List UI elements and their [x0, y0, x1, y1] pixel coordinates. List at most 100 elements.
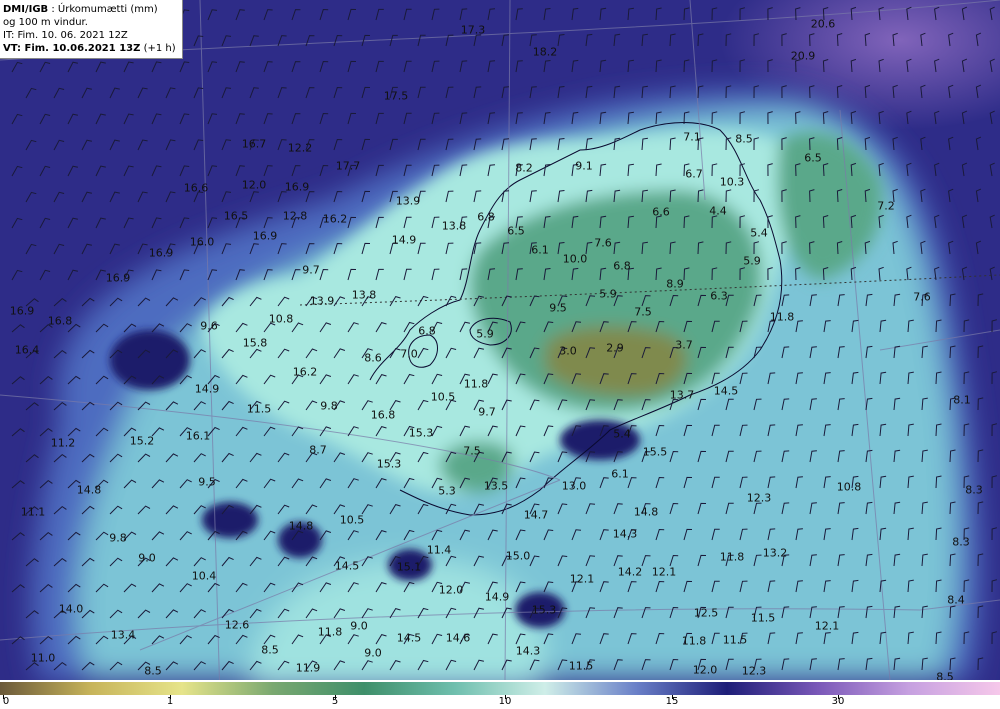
- value-label: 7.5: [463, 444, 481, 458]
- value-label: 11.2: [50, 436, 76, 450]
- legend-tick-label: 0: [2, 696, 10, 707]
- legend-tick-label: 15: [665, 696, 679, 707]
- value-label: 13.9: [395, 194, 421, 208]
- value-label: 12.1: [569, 572, 595, 586]
- value-label: 15.3: [531, 603, 557, 617]
- value-label: 16.2: [292, 365, 318, 379]
- field-title: Úrkomumætti (mm): [57, 4, 158, 15]
- value-label: 6.5: [507, 224, 525, 238]
- value-label: 6.1: [611, 467, 629, 481]
- value-label: 8.9: [666, 277, 684, 291]
- value-label: 16.9: [105, 271, 131, 285]
- value-label: 9.0: [350, 619, 368, 633]
- value-label: 7.2: [877, 199, 895, 213]
- value-label: 6.8: [418, 324, 436, 338]
- legend-colorbar: [0, 682, 1000, 695]
- value-label: 8.5: [144, 664, 162, 678]
- source-label: DMI/IGB: [3, 4, 49, 15]
- value-label: 6.3: [710, 289, 728, 303]
- value-label: 16.6: [183, 181, 209, 195]
- value-label: 16.9: [284, 180, 310, 194]
- value-label: 6.1: [531, 243, 549, 257]
- value-label: 7.6: [913, 290, 931, 304]
- value-label: 17.5: [383, 89, 409, 103]
- value-label: 7.6: [594, 236, 612, 250]
- value-label: 9.6: [200, 319, 218, 333]
- value-label: 12.1: [814, 619, 840, 633]
- value-label: 16.5: [223, 209, 249, 223]
- value-label: 8.6: [364, 351, 382, 365]
- value-label: 13.4: [110, 628, 136, 642]
- value-label: 14.9: [391, 233, 417, 247]
- value-label: 14.0: [58, 602, 84, 616]
- value-label: 16.9: [148, 246, 174, 260]
- value-label: 15.3: [408, 426, 434, 440]
- value-label: 12.3: [746, 491, 772, 505]
- value-label: 4.4: [709, 204, 727, 218]
- value-label: 10.0: [562, 252, 588, 266]
- value-label: 10.3: [719, 175, 745, 189]
- value-label: 18.2: [532, 45, 558, 59]
- value-label: 6.8: [613, 259, 631, 273]
- value-label: 8.1: [953, 393, 971, 407]
- value-label: 11.1: [20, 505, 46, 519]
- title-line: DMI/IGB : Úrkomumætti (mm): [3, 4, 158, 15]
- value-label: 11.5: [722, 633, 748, 647]
- value-label: 16.2: [322, 212, 348, 226]
- valid-offset: (+1 h): [143, 43, 176, 54]
- value-label: 16.0: [189, 235, 215, 249]
- value-label: 10.4: [191, 569, 217, 583]
- value-label: 13.9: [309, 294, 335, 308]
- value-label: 16.4: [14, 343, 40, 357]
- value-label: 14.5: [334, 559, 360, 573]
- value-label: 16.8: [47, 314, 73, 328]
- subtitle: og 100 m vindur.: [3, 17, 88, 28]
- value-label: 13.8: [441, 219, 467, 233]
- value-label: 12.2: [287, 141, 313, 155]
- legend-tick-label: 1: [166, 696, 174, 707]
- value-label: 6.8: [477, 210, 495, 224]
- value-label: 9.1: [575, 159, 593, 173]
- value-label: 11.4: [426, 543, 452, 557]
- value-label: 8.7: [309, 443, 327, 457]
- value-label: 16.9: [252, 229, 278, 243]
- value-label: 12.1: [651, 565, 677, 579]
- value-label: 17.3: [460, 23, 486, 37]
- value-label: 7.0: [400, 347, 418, 361]
- value-label: 14.3: [515, 644, 541, 658]
- value-label: 14.2: [617, 565, 643, 579]
- value-label: 11.8: [719, 550, 745, 564]
- value-label: 11.0: [30, 651, 56, 665]
- value-label: 15.1: [396, 560, 422, 574]
- value-label: 15.2: [129, 434, 155, 448]
- value-label: 12.0: [241, 178, 267, 192]
- value-label: 11.8: [317, 625, 343, 639]
- value-label: 13.8: [351, 288, 377, 302]
- value-label: 8.4: [947, 593, 965, 607]
- value-label: 2.9: [606, 341, 624, 355]
- info-box: DMI/IGB : Úrkomumætti (mm) og 100 m vind…: [0, 0, 183, 59]
- value-label: 13.5: [483, 479, 509, 493]
- value-label: 16.9: [9, 304, 35, 318]
- value-label: 9.7: [302, 263, 320, 277]
- value-label: 8.3: [952, 535, 970, 549]
- value-label: 6.7: [685, 167, 703, 181]
- value-label: 12.8: [282, 209, 308, 223]
- value-label: 11.5: [246, 402, 272, 416]
- value-label: 11.5: [750, 611, 776, 625]
- value-label: 5.9: [599, 287, 617, 301]
- value-label: 10.8: [836, 480, 862, 494]
- value-label: 13.2: [762, 546, 788, 560]
- valid-time: VT: Fim. 10.06.2021 13Z: [3, 43, 141, 54]
- value-label: 5.9: [743, 254, 761, 268]
- forecast-map: 17.3 18.2 20.6 20.9 17.5 16.7 12.2 17.7 8.2 9.1 7.…: [0, 0, 1000, 680]
- value-label: 5.3: [438, 484, 456, 498]
- value-label: 14.9: [194, 382, 220, 396]
- value-label: 11.8: [463, 377, 489, 391]
- value-label: 9.0: [364, 646, 382, 660]
- value-label: 14.5: [713, 384, 739, 398]
- value-label: 14.6: [445, 631, 471, 645]
- value-label: 20.9: [790, 49, 816, 63]
- value-label: 6.6: [652, 205, 670, 219]
- value-label: 13.0: [561, 479, 587, 493]
